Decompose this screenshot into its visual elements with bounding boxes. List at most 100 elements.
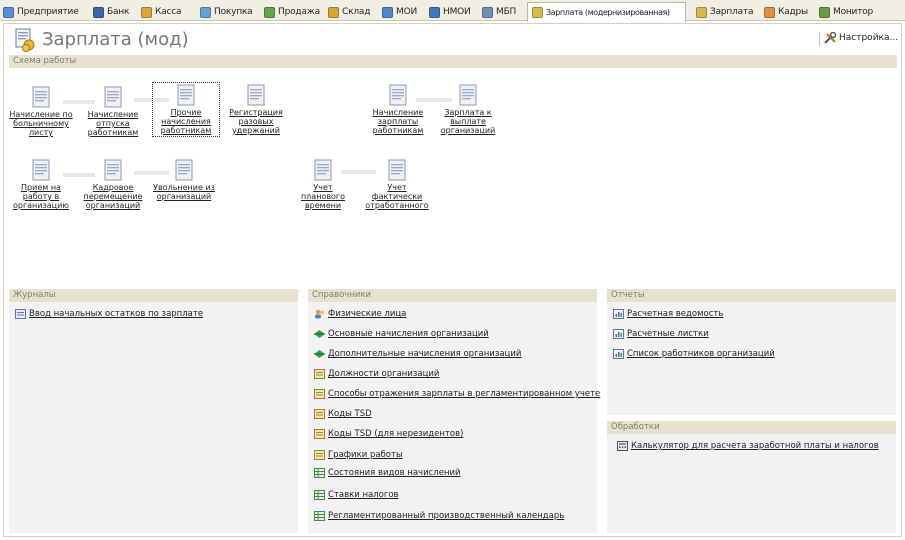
tab-label: Банк: [107, 7, 130, 17]
schema-node-dismissal[interactable]: Увольнение из организаций: [152, 159, 216, 201]
ref-link-salary-methods[interactable]: Способы отражения зарплаты в регламентир…: [314, 389, 600, 399]
ref-link-production-calendar[interactable]: Регламентированный производственный кале…: [314, 511, 564, 521]
purchase-icon: [200, 6, 211, 18]
report-link-payroll-sheet[interactable]: Расчетная ведомость: [613, 309, 723, 319]
calculator-icon: [617, 441, 628, 451]
tab-mbp[interactable]: МБП: [481, 3, 516, 21]
persons-icon: [315, 309, 324, 319]
schema-link[interactable]: Начисление отпуска работникам: [81, 110, 145, 137]
processing-link-calculator[interactable]: Калькулятор для расчета заработной платы…: [617, 441, 879, 451]
main-panel: Зарплата (мод) Настройка... Схема работы…: [3, 23, 902, 537]
tab-salary[interactable]: Зарплата: [695, 3, 754, 21]
tab-salary-modernized[interactable]: Зарплата (модернизированная): [527, 2, 686, 22]
processing-heading: Обработки: [607, 421, 896, 434]
tab-label: МБП: [496, 7, 517, 17]
tab-label: Касса: [155, 7, 182, 17]
report-link-employee-list[interactable]: Список работников организаций: [613, 349, 775, 359]
tab-bank[interactable]: Банк: [92, 3, 129, 21]
catalog-icon: [314, 389, 325, 399]
ref-link-work-schedules[interactable]: Графики работы: [314, 450, 403, 460]
report-link-payslips[interactable]: Расчетные листки: [613, 329, 709, 339]
document-icon: [177, 84, 195, 106]
link-label: Расчетная ведомость: [627, 309, 724, 319]
schema-node-other-accruals[interactable]: Прочие начисления работникам: [152, 82, 220, 137]
tab-bar: Предприятие Банк Касса Покупка Продажа С…: [0, 0, 905, 22]
schema-node-planned-time[interactable]: Учет планового времени: [291, 159, 355, 210]
schema-link[interactable]: Учет фактически отработанного: [365, 183, 429, 210]
ref-link-accrual-states[interactable]: Состояния видов начислений: [314, 468, 461, 478]
schema-link[interactable]: Увольнение из организаций: [152, 183, 216, 201]
schema-node-payroll[interactable]: Начисление зарплаты работникам: [366, 84, 430, 135]
journals-heading: Журналы: [9, 289, 298, 302]
schema-link[interactable]: Прочие начисления работникам: [154, 108, 218, 135]
schema-node-actual-time[interactable]: Учет фактически отработанного: [365, 159, 429, 210]
schema-link[interactable]: Прием на работу в организацию: [9, 183, 73, 210]
settings-button[interactable]: Настройка...: [824, 32, 898, 44]
schema-link[interactable]: Начисление по больничному листу: [9, 110, 73, 137]
schema-node-deductions[interactable]: Регистрация разовых удержаний: [224, 84, 288, 135]
ref-link-tsd-codes-nonresident[interactable]: Коды TSD (для нерезидентов): [314, 429, 463, 439]
references-panel: Справочники Физические лица Основные нач…: [308, 289, 600, 533]
link-label: Регламентированный производственный кале…: [328, 511, 565, 521]
schema-link[interactable]: Кадровое перемещение организаций: [81, 183, 145, 210]
tab-monitor[interactable]: Монитор: [818, 3, 873, 21]
divider: [819, 32, 820, 46]
catalog-icon: [314, 450, 325, 460]
tab-label: МОИ: [396, 7, 417, 17]
link-label: Коды TSD: [328, 409, 372, 419]
document-icon: [389, 84, 407, 106]
tab-label: Покупка: [214, 7, 253, 17]
tab-hr[interactable]: Кадры: [763, 3, 808, 21]
tab-purchase[interactable]: Покупка: [199, 3, 253, 21]
tab-moi[interactable]: МОИ: [381, 3, 417, 21]
ref-link-persons[interactable]: Физические лица: [314, 309, 406, 319]
salary-icon: [696, 6, 707, 18]
settings-label: Настройка...: [839, 33, 899, 43]
schema-node-transfer[interactable]: Кадровое перемещение организаций: [81, 159, 145, 210]
link-label: Должности организаций: [328, 369, 440, 379]
journal-link-initial-balances[interactable]: Ввод начальных остатков по зарплате: [15, 309, 203, 319]
ref-link-extra-accruals[interactable]: Дополнительные начисления организаций: [314, 349, 521, 359]
page-title: Зарплата (мод): [42, 29, 189, 50]
ref-link-tax-rates[interactable]: Ставки налогов: [314, 490, 399, 500]
tab-nmoi[interactable]: НМОИ: [428, 3, 471, 21]
schema-node-salary-payout[interactable]: Зарплата к выплате организаций: [436, 84, 500, 135]
link-label: Способы отражения зарплаты в регламентир…: [328, 389, 601, 399]
mbp-icon: [482, 6, 493, 18]
monitor-icon: [819, 6, 830, 18]
tab-label: Монитор: [833, 7, 874, 17]
link-label: Расчетные листки: [627, 329, 709, 339]
ref-link-main-accruals[interactable]: Основные начисления организаций: [314, 329, 489, 339]
schema-node-sick-leave[interactable]: Начисление по больничному листу: [9, 86, 73, 137]
link-label: Графики работы: [328, 450, 403, 460]
tab-label: Зарплата: [710, 7, 754, 17]
moi-icon: [382, 6, 393, 18]
register-icon: [314, 490, 325, 500]
tab-cash[interactable]: Касса: [140, 3, 182, 21]
salary-document-icon: [15, 28, 35, 52]
tab-enterprise[interactable]: Предприятие: [2, 3, 79, 21]
tab-label: Продажа: [278, 7, 320, 17]
schema-node-hiring[interactable]: Прием на работу в организацию: [9, 159, 73, 210]
document-icon: [175, 159, 193, 181]
link-label: Ставки налогов: [328, 490, 399, 500]
accrual-icon: [314, 350, 325, 358]
ref-link-tsd-codes[interactable]: Коды TSD: [314, 409, 372, 419]
tab-sale[interactable]: Продажа: [263, 3, 320, 21]
tab-warehouse[interactable]: Склад: [327, 3, 370, 21]
journal-icon: [15, 309, 26, 319]
ref-link-positions[interactable]: Должности организаций: [314, 369, 439, 379]
schema-node-vacation[interactable]: Начисление отпуска работникам: [81, 86, 145, 137]
report-icon: [613, 329, 624, 339]
document-icon: [104, 86, 122, 108]
salary-mod-icon: [532, 7, 543, 18]
schema-link[interactable]: Регистрация разовых удержаний: [224, 108, 288, 135]
schema-link[interactable]: Учет планового времени: [291, 183, 355, 210]
schema-link[interactable]: Зарплата к выплате организаций: [436, 108, 500, 135]
bank-icon: [93, 6, 104, 18]
schema-link[interactable]: Начисление зарплаты работникам: [366, 108, 430, 135]
link-label: Ввод начальных остатков по зарплате: [29, 309, 204, 319]
register-icon: [314, 511, 325, 521]
link-label: Физические лица: [328, 309, 407, 319]
enterprise-icon: [3, 6, 14, 18]
